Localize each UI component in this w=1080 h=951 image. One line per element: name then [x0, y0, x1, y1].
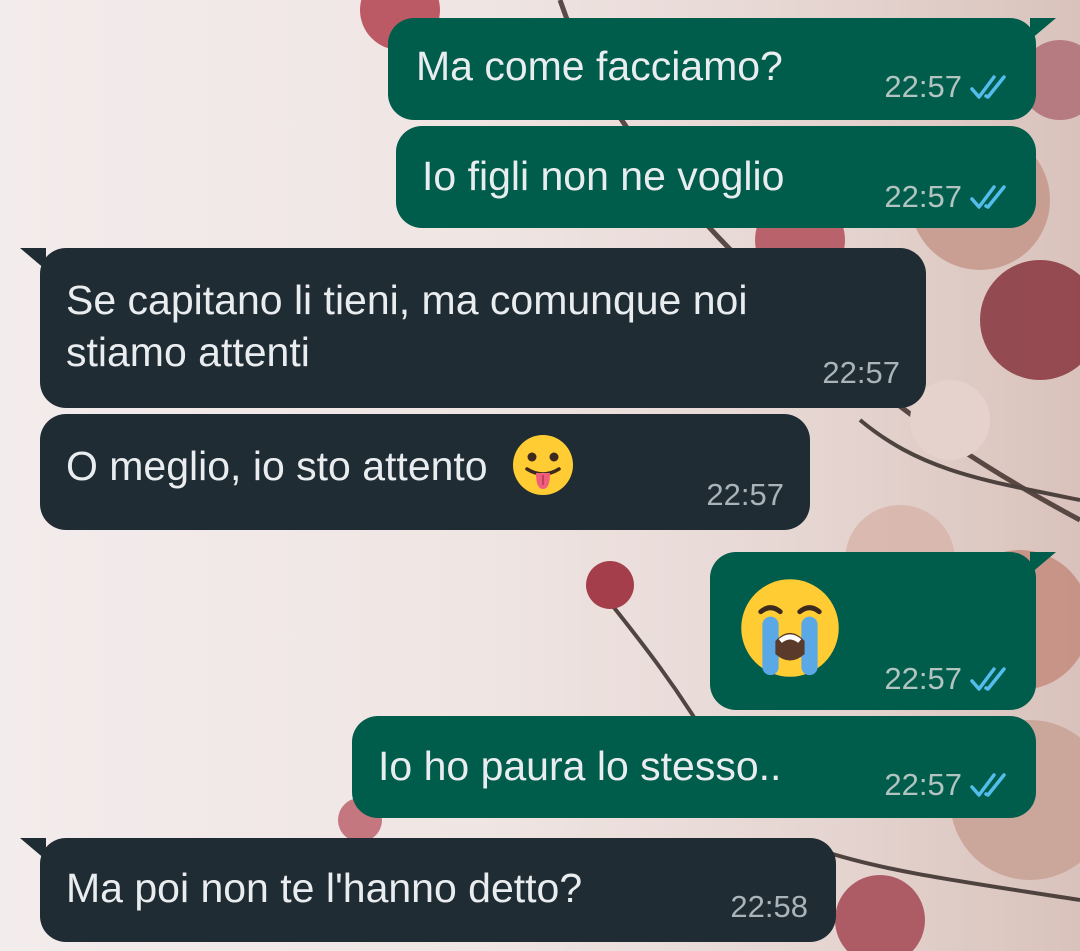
message-text-content: O meglio, io sto attento: [66, 443, 488, 489]
double-check-icon: [970, 75, 1006, 99]
message-time: 22:57: [884, 69, 962, 104]
bubble-tail: [1030, 552, 1056, 574]
double-check-icon: [970, 667, 1006, 691]
message-bubble-outgoing[interactable]: Io ho paura lo stesso.. 22:57: [352, 716, 1036, 818]
message-time: 22:58: [730, 889, 808, 924]
message-meta: 22:57: [884, 768, 1014, 802]
message-text: Io ho paura lo stesso..: [378, 743, 782, 789]
message-bubble-incoming[interactable]: O meglio, io sto attento 22:57: [40, 414, 810, 530]
message-bubble-outgoing[interactable]: Io figli non ne voglio 22:57: [396, 126, 1036, 228]
message-bubble-incoming[interactable]: Se capitano li tieni, ma comunque noi st…: [20, 248, 926, 408]
double-check-icon: [970, 185, 1006, 209]
message-text: Ma poi non te l'hanno detto?: [66, 865, 583, 911]
message-time: 22:57: [706, 477, 784, 512]
message-meta: 22:57: [822, 356, 900, 390]
message-text: Se capitano li tieni, ma comunque noi st…: [66, 277, 748, 375]
message-text: O meglio, io sto attento: [66, 435, 575, 497]
bubble-tail: [20, 838, 46, 860]
message-meta: 22:57: [706, 478, 784, 512]
message-meta: 22:57: [884, 70, 1014, 104]
message-meta: 22:57: [884, 180, 1014, 214]
message-bubble-outgoing[interactable]: 22:57: [710, 552, 1056, 710]
message-meta: 22:58: [730, 890, 808, 924]
message-time: 22:57: [822, 355, 900, 390]
bubble-tail: [1030, 18, 1056, 40]
message-time: 22:57: [884, 767, 962, 802]
message-meta: 22:57: [884, 662, 1014, 696]
double-check-icon: [970, 773, 1006, 797]
message-text: Ma come facciamo?: [416, 43, 783, 89]
bubble-tail: [20, 248, 46, 270]
message-text: Io figli non ne voglio: [422, 153, 785, 199]
message-time: 22:57: [884, 179, 962, 214]
face-with-tongue-emoji: [513, 435, 574, 496]
message-bubble-outgoing[interactable]: Ma come facciamo? 22:57: [388, 18, 1056, 120]
message-bubble-incoming[interactable]: Ma poi non te l'hanno detto? 22:58: [20, 838, 836, 942]
loudly-crying-face-emoji: [741, 579, 839, 677]
message-time: 22:57: [884, 661, 962, 696]
